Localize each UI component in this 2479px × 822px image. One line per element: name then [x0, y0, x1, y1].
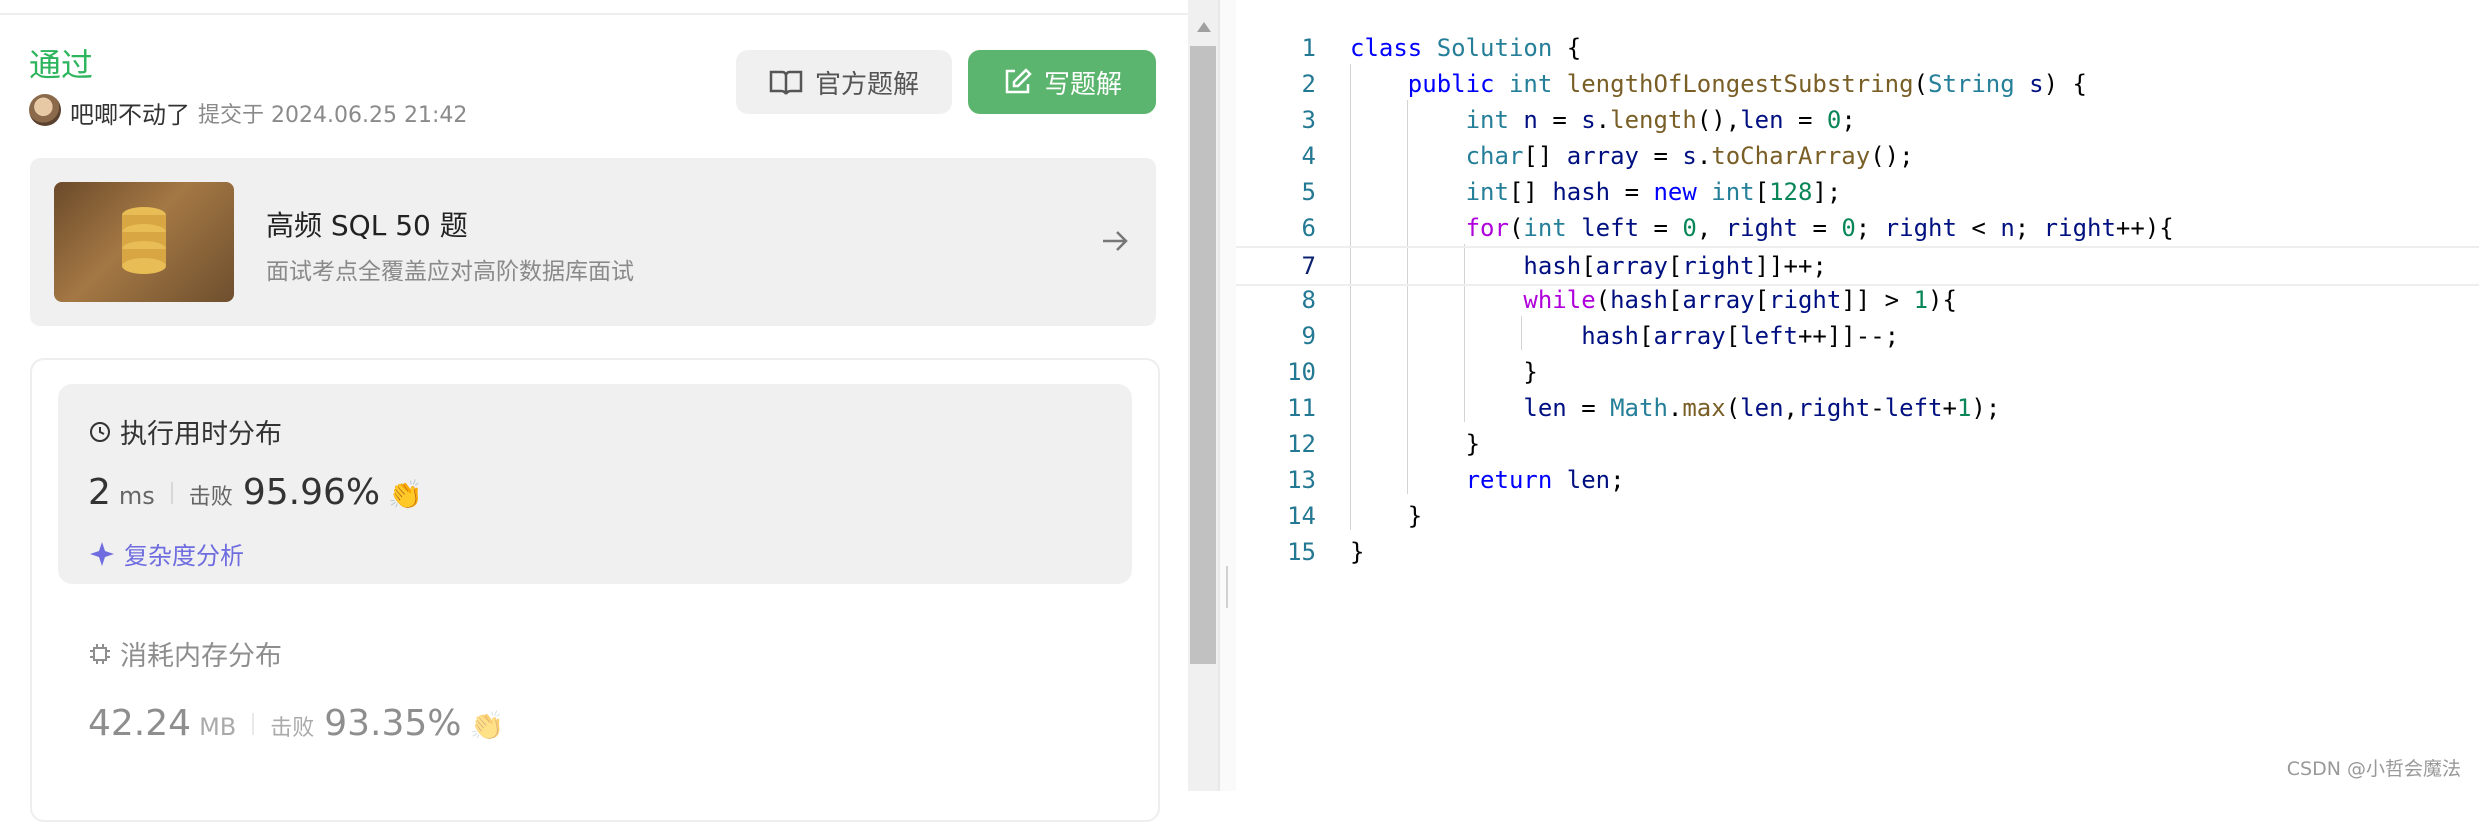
memory-title: 消耗内存分布 [88, 634, 504, 673]
code-line[interactable]: 14 } [1236, 498, 2479, 534]
line-number: 4 [1301, 142, 1316, 170]
line-number: 2 [1301, 70, 1316, 98]
code-line[interactable]: 7 hash[array[right]]++; [1236, 246, 2479, 286]
scroll-thumb[interactable] [1190, 46, 1216, 664]
line-number: 14 [1287, 502, 1316, 530]
avatar[interactable] [29, 94, 61, 126]
code-line[interactable]: 5 int[] hash = new int[128]; [1236, 174, 2479, 210]
line-number: 9 [1301, 322, 1316, 350]
memory-stats: 42.24 MB 击败 93.35% 👏 [88, 703, 504, 744]
clock-icon [90, 421, 110, 442]
line-number: 13 [1287, 466, 1316, 494]
watermark: CSDN @小哲会魔法 [2286, 758, 2461, 780]
code-text: class Solution { [1350, 34, 1582, 62]
runtime-unit: ms [118, 482, 155, 510]
line-number: 1 [1301, 34, 1316, 62]
panel-top-border [0, 0, 1188, 15]
runtime-beat-value: 95.96% [242, 472, 381, 513]
code-text: public int lengthOfLongestSubstring(Stri… [1407, 70, 2087, 98]
study-plan-subtitle: 面试考点全覆盖应对高阶数据库面试 [266, 259, 634, 285]
code-line[interactable]: 8 while(hash[array[right]] > 1){ [1236, 282, 2479, 318]
runtime-value: 2 [88, 472, 111, 513]
code-text: hash[array[left++]]--; [1581, 322, 1900, 350]
memory-panel[interactable]: 消耗内存分布 42.24 MB 击败 93.35% 👏 [88, 634, 504, 744]
code-line[interactable]: 11 len = Math.max(len,right-left+1); [1236, 390, 2479, 426]
write-solution-label: 写题解 [1043, 69, 1122, 100]
submission-panel: 通过 吧唧不动了 提交于 2024.06.25 21:42 官方题解 写题解 高… [0, 0, 1188, 822]
code-text: for(int left = 0, right = 0; right < n; … [1465, 214, 2174, 242]
resize-grip-icon[interactable] [1226, 566, 1228, 608]
stat-separator [170, 481, 173, 504]
code-line[interactable]: 3 int n = s.length(),len = 0; [1236, 102, 2479, 138]
username[interactable]: 吧唧不动了 [70, 95, 190, 130]
database-icon [54, 182, 234, 302]
memory-beat-value: 93.35% [324, 703, 462, 744]
line-number: 10 [1287, 358, 1316, 386]
line-number: 3 [1301, 106, 1316, 134]
clap-icon: 👏 [388, 478, 423, 511]
clap-icon: 👏 [469, 709, 505, 742]
memory-unit: MB [199, 713, 237, 741]
code-line[interactable]: 4 char[] array = s.toCharArray(); [1236, 138, 2479, 174]
runtime-beat-label: 击败 [188, 485, 233, 510]
line-number: 12 [1287, 430, 1316, 458]
line-number: 8 [1301, 286, 1316, 314]
sparkle-icon [90, 541, 114, 566]
book-icon [769, 70, 803, 95]
arrow-right-icon [1103, 231, 1128, 251]
complexity-analysis-link[interactable]: 复杂度分析 [88, 536, 244, 571]
runtime-stats: 2 ms 击败 95.96% 👏 [88, 472, 423, 513]
code-text: } [1407, 502, 1423, 530]
code-line[interactable]: 13 return len; [1236, 462, 2479, 498]
submission-status: 通过 [29, 46, 94, 84]
stat-separator [252, 712, 255, 735]
write-solution-button[interactable]: 写题解 [968, 50, 1156, 114]
submitted-time: 提交于 2024.06.25 21:42 [198, 103, 468, 128]
code-line[interactable]: 6 for(int left = 0, right = 0; right < n… [1236, 210, 2479, 246]
code-text: return len; [1465, 466, 1625, 494]
code-text: len = Math.max(len,right-left+1); [1523, 394, 2001, 422]
code-line[interactable]: 2 public int lengthOfLongestSubstring(St… [1236, 66, 2479, 102]
code-line[interactable]: 10 } [1236, 354, 2479, 390]
memory-beat-label: 击败 [270, 716, 315, 741]
official-solution-button[interactable]: 官方题解 [736, 50, 952, 114]
code-text: char[] array = s.toCharArray(); [1465, 142, 1914, 170]
runtime-title: 执行用时分布 [88, 412, 282, 451]
code-line[interactable]: 1 class Solution { [1236, 30, 2479, 66]
code-text: hash[array[right]]++; [1523, 252, 1827, 280]
line-number: 6 [1301, 214, 1316, 242]
study-plan-card[interactable]: 高频 SQL 50 题 面试考点全覆盖应对高阶数据库面试 [30, 158, 1156, 326]
code-text: } [1465, 430, 1481, 458]
line-number: 5 [1301, 178, 1316, 206]
official-solution-label: 官方题解 [814, 69, 919, 100]
code-text: } [1350, 538, 1365, 566]
study-plan-title: 高频 SQL 50 题 [266, 209, 468, 242]
code-line[interactable]: 9 hash[array[left++]]--; [1236, 318, 2479, 354]
code-line[interactable]: 12 } [1236, 426, 2479, 462]
code-text: int n = s.length(),len = 0; [1465, 106, 1856, 134]
performance-card: 执行用时分布 2 ms 击败 95.96% 👏 复杂度分析 消耗内存分布 42.… [30, 358, 1160, 822]
code-text: int[] hash = new int[128]; [1465, 178, 1842, 206]
line-number: 11 [1287, 394, 1316, 422]
code-editor[interactable]: 1 class Solution { 2 public int lengthOfLo… [1236, 0, 2479, 791]
left-panel-scrollbar[interactable] [1188, 0, 1218, 791]
complexity-analysis-label: 复杂度分析 [124, 542, 244, 570]
chip-icon [90, 643, 110, 664]
scroll-up-arrow-icon[interactable] [1197, 22, 1211, 32]
memory-title-text: 消耗内存分布 [120, 641, 282, 672]
code-line[interactable]: 15} [1236, 534, 2479, 570]
runtime-title-text: 执行用时分布 [120, 419, 282, 450]
runtime-panel[interactable]: 执行用时分布 2 ms 击败 95.96% 👏 复杂度分析 [58, 384, 1132, 584]
line-number: 15 [1287, 538, 1316, 566]
code-text: while(hash[array[right]] > 1){ [1523, 286, 1957, 314]
memory-value: 42.24 [88, 703, 192, 744]
code-text: } [1523, 358, 1538, 386]
edit-icon [1005, 68, 1032, 94]
line-number: 7 [1301, 252, 1316, 280]
